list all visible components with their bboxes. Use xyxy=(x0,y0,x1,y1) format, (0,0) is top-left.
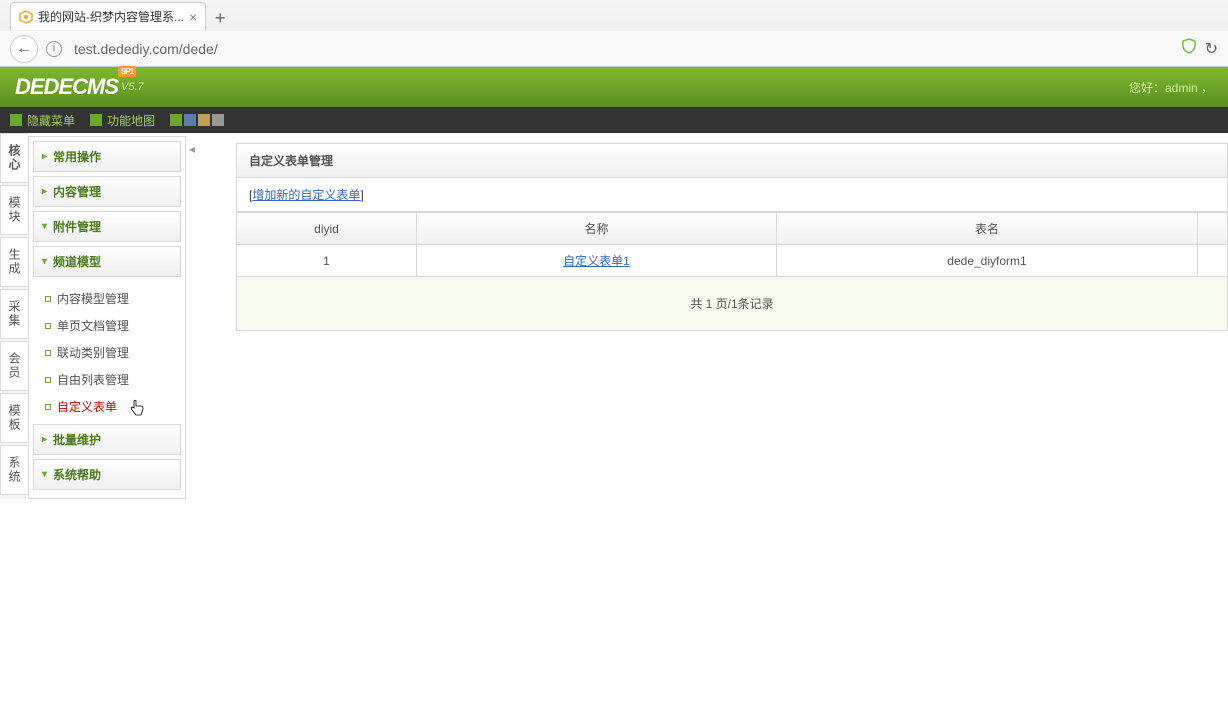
add-form-link[interactable]: 增加新的自定义表单 xyxy=(252,188,360,202)
section-label: 附件管理 xyxy=(53,218,101,235)
browser-tab[interactable]: 我的网站-织梦内容管理系... × xyxy=(10,2,206,30)
theme-brown[interactable] xyxy=(198,114,210,126)
version-label: V5.7 xyxy=(121,81,144,93)
browser-chrome: 我的网站-织梦内容管理系... × + ← i ↻ xyxy=(0,0,1228,67)
section-label: 内容管理 xyxy=(53,183,101,200)
url-bar: ← i ↻ xyxy=(0,30,1228,66)
vtab-core[interactable]: 核心 xyxy=(0,133,28,183)
arrow-right-icon: ▸ xyxy=(42,434,47,445)
item-single-page[interactable]: 单页文档管理 xyxy=(41,312,181,339)
arrow-right-icon: ▸ xyxy=(42,186,47,197)
sitemap-label: 功能地图 xyxy=(107,112,155,129)
vtab-collect[interactable]: 采集 xyxy=(0,289,28,339)
pagination: 共 1 页/1条记录 xyxy=(236,277,1228,331)
col-name: 名称 xyxy=(417,213,777,245)
new-tab-button[interactable]: + xyxy=(206,6,234,30)
bullet-icon xyxy=(45,323,51,329)
cell-actions xyxy=(1198,245,1228,277)
section-label: 常用操作 xyxy=(53,148,101,165)
theme-blue[interactable] xyxy=(184,114,196,126)
logo: DEDECMS SP1 xyxy=(15,74,118,100)
section-batch[interactable]: ▸ 批量维护 xyxy=(33,424,181,455)
vertical-tabs: 核心 模块 生成 采集 会员 模板 系统 xyxy=(0,133,26,499)
item-content-model[interactable]: 内容模型管理 xyxy=(41,285,181,312)
channel-items: 内容模型管理 单页文档管理 联动类别管理 自由列表管理 自定义表单 xyxy=(33,281,181,424)
item-linkage[interactable]: 联动类别管理 xyxy=(41,339,181,366)
item-label: 内容模型管理 xyxy=(57,290,129,307)
cell-id: 1 xyxy=(237,245,417,277)
section-channel[interactable]: ▾ 频道模型 xyxy=(33,246,181,277)
arrow-down-icon: ▾ xyxy=(42,256,47,267)
section-label: 批量维护 xyxy=(53,431,101,448)
url-input[interactable] xyxy=(70,37,1173,61)
arrow-right-icon: ▸ xyxy=(42,151,47,162)
vtab-module[interactable]: 模块 xyxy=(0,185,28,235)
arrow-down-icon: ▾ xyxy=(42,469,47,480)
site-info-icon[interactable]: i xyxy=(46,41,62,57)
hide-menu-button[interactable]: 隐藏菜单 xyxy=(10,112,75,129)
section-help[interactable]: ▾ 系统帮助 xyxy=(33,459,181,490)
section-attach[interactable]: ▾ 附件管理 xyxy=(33,211,181,242)
table-row: 1 自定义表单1 dede_diyform1 xyxy=(237,245,1228,277)
item-label: 自由列表管理 xyxy=(57,371,129,388)
item-custom-form[interactable]: 自定义表单 xyxy=(41,393,181,420)
greeting-text: 您好：admin ， xyxy=(1129,79,1213,96)
bullet-icon xyxy=(45,296,51,302)
item-freelist[interactable]: 自由列表管理 xyxy=(41,366,181,393)
vtab-template[interactable]: 模板 xyxy=(0,393,28,443)
theme-green[interactable] xyxy=(170,114,182,126)
page-title: 自定义表单管理 xyxy=(236,143,1228,178)
cell-name: 自定义表单1 xyxy=(417,245,777,277)
vtab-member[interactable]: 会员 xyxy=(0,341,28,391)
sitemap-button[interactable]: 功能地图 xyxy=(90,112,155,129)
section-label: 频道模型 xyxy=(53,253,101,270)
theme-gray[interactable] xyxy=(212,114,224,126)
col-table: 表名 xyxy=(777,213,1198,245)
app-header: DEDECMS SP1 V5.7 您好：admin ， xyxy=(0,67,1228,107)
main-layout: 核心 模块 生成 采集 会员 模板 系统 ◂ ▸ 常用操作 ▸ 内容管理 ▾ 附件管理… xyxy=(0,133,1228,499)
arrow-down-icon: ▾ xyxy=(42,221,47,232)
tab-bar: 我的网站-织梦内容管理系... × + xyxy=(0,0,1228,30)
data-table: diyid 名称 表名 1 自定义表单1 dede_diyform1 xyxy=(236,212,1228,277)
tab-title: 我的网站-织梦内容管理系... xyxy=(38,8,184,25)
item-label: 联动类别管理 xyxy=(57,344,129,361)
vtab-generate[interactable]: 生成 xyxy=(0,237,28,287)
bullet-icon xyxy=(45,377,51,383)
row-name-link[interactable]: 自定义表单1 xyxy=(563,254,630,268)
col-actions xyxy=(1198,213,1228,245)
shield-icon[interactable] xyxy=(1181,38,1197,59)
grid-icon xyxy=(90,114,102,126)
close-tab-icon[interactable]: × xyxy=(189,9,197,25)
col-diyid: diyid xyxy=(237,213,417,245)
action-bar: [增加新的自定义表单] xyxy=(236,178,1228,212)
bullet-icon xyxy=(45,404,51,410)
cursor-pointer-icon xyxy=(129,399,145,420)
table-header-row: diyid 名称 表名 xyxy=(237,213,1228,245)
hide-menu-label: 隐藏菜单 xyxy=(27,112,75,129)
menu-icon xyxy=(10,114,22,126)
sp-badge: SP1 xyxy=(118,66,136,77)
sidebar-collapse-icon[interactable]: ◂ xyxy=(189,142,195,156)
item-label: 单页文档管理 xyxy=(57,317,129,334)
content-area: 自定义表单管理 [增加新的自定义表单] diyid 名称 表名 1 自定义表单1… xyxy=(186,133,1228,499)
item-label: 自定义表单 xyxy=(57,398,117,415)
theme-colors xyxy=(170,114,224,126)
cell-table: dede_diyform1 xyxy=(777,245,1198,277)
section-common[interactable]: ▸ 常用操作 xyxy=(33,141,181,172)
bullet-icon xyxy=(45,350,51,356)
logo-text: DEDECMS xyxy=(15,74,118,99)
section-content[interactable]: ▸ 内容管理 xyxy=(33,176,181,207)
section-label: 系统帮助 xyxy=(53,466,101,483)
sidebar: ◂ ▸常用操作 ▸内容管理 ▾附件管理 ▾频道模型 内容模型管理 单页文档管理 … xyxy=(28,136,186,499)
menu-bar: 隐藏菜单 功能地图 xyxy=(0,107,1228,133)
back-button[interactable]: ← xyxy=(10,35,38,63)
favicon-icon xyxy=(19,10,33,24)
refresh-icon[interactable]: ↻ xyxy=(1205,39,1218,59)
vtab-system[interactable]: 系统 xyxy=(0,445,28,495)
